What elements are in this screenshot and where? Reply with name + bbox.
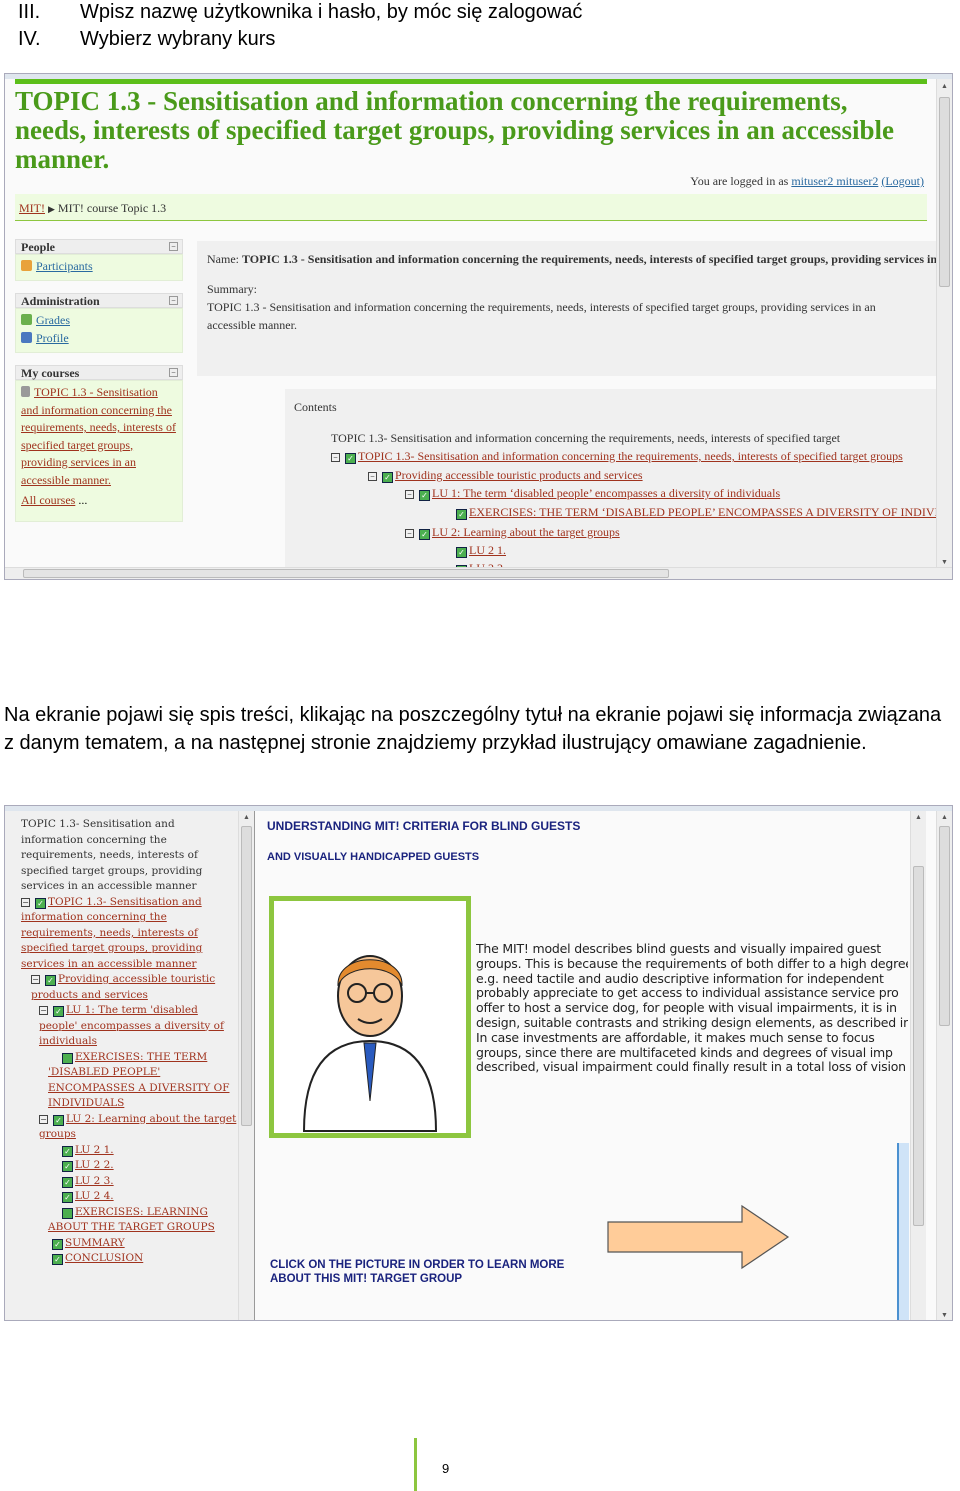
- breadcrumb: MIT! ▶ MIT! course Topic 1.3: [15, 194, 927, 221]
- check-icon: ✓: [456, 509, 467, 520]
- toc-item[interactable]: − ✓ TOPIC 1.3- Sensitisation and informati…: [21, 895, 237, 973]
- logout-link[interactable]: (Logout): [881, 174, 924, 188]
- toc-item[interactable]: ✓ LU 2 1.: [456, 541, 506, 560]
- people-block: Participants: [15, 254, 183, 281]
- collapse-icon: −: [331, 453, 340, 462]
- grades-icon: [21, 314, 32, 325]
- administration-block-header[interactable]: Administration −: [15, 293, 183, 308]
- collapse-icon[interactable]: −: [169, 242, 178, 251]
- participants-icon: [21, 260, 32, 271]
- check-icon: ✓: [419, 529, 430, 540]
- frame-edge: [897, 1143, 909, 1320]
- collapse-icon: −: [368, 472, 377, 481]
- toc-item[interactable]: ✓ LU 2 4.: [21, 1189, 237, 1205]
- people-block-header[interactable]: People −: [15, 239, 183, 254]
- content-scrollbar[interactable]: ▲: [910, 811, 926, 1320]
- toc-tree: TOPIC 1.3- Sensitisation and information…: [21, 817, 237, 1267]
- toc-item[interactable]: − ✓ LU 2: Learning about the target groups: [405, 523, 620, 542]
- toc-item[interactable]: ✓ LU 2 1.: [21, 1143, 237, 1159]
- page-number: 9: [442, 1461, 450, 1476]
- user-link[interactable]: mituser2 mituser2: [791, 174, 878, 188]
- toc-item[interactable]: ✓ SUMMARY: [21, 1236, 237, 1252]
- course-summary: TOPIC 1.3 - Sensitisation and informatio…: [207, 300, 876, 332]
- sidebar-scrollbar[interactable]: ▲: [238, 811, 254, 1320]
- check-icon: ✓: [382, 472, 393, 483]
- collapse-icon[interactable]: −: [169, 368, 178, 377]
- toc-item[interactable]: ✓ EXERCISES: THE TERM ‘DISABLED PEOPLE’ E…: [456, 503, 937, 522]
- lesson-heading-line2: AND VISUALLY HANDICAPPED GUESTS: [267, 851, 480, 863]
- next-arrow-icon[interactable]: [606, 1204, 790, 1270]
- toc-item[interactable]: ✓ LU 2 3.: [21, 1174, 237, 1190]
- toc-item[interactable]: ✓LU 2 2.: [21, 1158, 237, 1174]
- toc-item[interactable]: ✓EXERCISES: THE TERM 'DISABLED PEOPLE' E…: [21, 1050, 237, 1112]
- instruction-4: IV. Wybierz wybrany kurs: [18, 28, 276, 50]
- screenshot-course-page: TOPIC 1.3 - Sensitisation and informatio…: [4, 73, 953, 580]
- instruction-3: III. Wpisz nazwę użytkownika i hasło, by …: [18, 1, 583, 23]
- blind-guest-picture[interactable]: [269, 896, 471, 1138]
- footer-divider: [414, 1438, 417, 1491]
- toc-item[interactable]: − ✓ Providing accessible touristic product…: [21, 972, 237, 1003]
- check-icon: ✓: [419, 490, 430, 501]
- horizontal-scrollbar[interactable]: [5, 567, 952, 579]
- window-scrollbar[interactable]: ▲ ▼: [936, 811, 952, 1320]
- collapse-icon[interactable]: −: [169, 296, 178, 305]
- all-courses-link[interactable]: All courses: [21, 493, 75, 507]
- grades-link[interactable]: Grades: [36, 313, 70, 327]
- toc-item[interactable]: − ✓ LU 1: The term 'disabled people' encom…: [21, 1003, 237, 1050]
- contents-panel: Contents TOPIC 1.3- Sensitisation and in…: [285, 389, 937, 579]
- man-with-glasses-illustration: [302, 955, 438, 1132]
- green-header-bar: [15, 79, 927, 84]
- cta-text: CLICK ON THE PICTURE IN ORDER TO LEARN M…: [270, 1259, 565, 1285]
- page-title: TOPIC 1.3 - Sensitisation and informatio…: [15, 86, 894, 174]
- vertical-scrollbar[interactable]: ▲ ▼: [936, 79, 952, 569]
- login-info: You are logged in as mituser2 mituser2 (…: [690, 174, 924, 188]
- course-name: TOPIC 1.3 - Sensitisation and informatio…: [242, 252, 952, 266]
- collapse-icon: −: [405, 490, 414, 499]
- toc-item[interactable]: ✓EXERCISES: LEARNING ABOUT THE TARGET GR…: [21, 1205, 237, 1236]
- course-icon: [21, 386, 30, 397]
- toc-item[interactable]: − ✓ TOPIC 1.3- Sensitisation and informati…: [331, 447, 903, 466]
- course-info-panel: Name: TOPIC 1.3 - Sensitisation and info…: [197, 241, 952, 376]
- toc-item[interactable]: − ✓ LU 2: Learning about the target groups: [21, 1112, 237, 1143]
- collapse-icon: −: [405, 529, 414, 538]
- description-paragraph: Na ekranie pojawi się spis treści, klika…: [4, 704, 942, 754]
- toc-item[interactable]: − ✓ LU 1: The term ‘disabled people’ encom…: [405, 484, 780, 503]
- lesson-heading-line1: UNDERSTANDING MIT! CRITERIA FOR BLIND GU…: [267, 819, 581, 833]
- check-icon: ✓: [345, 453, 356, 464]
- profile-icon: [21, 331, 32, 343]
- administration-block: Grades Profile: [15, 308, 183, 353]
- lesson-body-text: The MIT! model describes blind guests an…: [476, 942, 908, 1075]
- screenshot-lesson-page: TOPIC 1.3- Sensitisation and information…: [4, 805, 953, 1321]
- my-courses-block-header[interactable]: My courses −: [15, 365, 183, 380]
- participants-link[interactable]: Participants: [36, 259, 93, 273]
- toc-item[interactable]: ✓ CONCLUSION: [21, 1251, 237, 1267]
- toc-sidebar: TOPIC 1.3- Sensitisation and information…: [5, 811, 255, 1320]
- course-link[interactable]: TOPIC 1.3 - Sensitisation and informatio…: [21, 385, 176, 487]
- my-courses-block: TOPIC 1.3 - Sensitisation and informatio…: [15, 380, 183, 522]
- breadcrumb-home[interactable]: MIT!: [19, 201, 45, 215]
- toc-item[interactable]: − ✓ Providing accessible touristic product…: [368, 466, 643, 485]
- profile-link[interactable]: Profile: [36, 331, 69, 345]
- check-icon: ✓: [456, 547, 467, 558]
